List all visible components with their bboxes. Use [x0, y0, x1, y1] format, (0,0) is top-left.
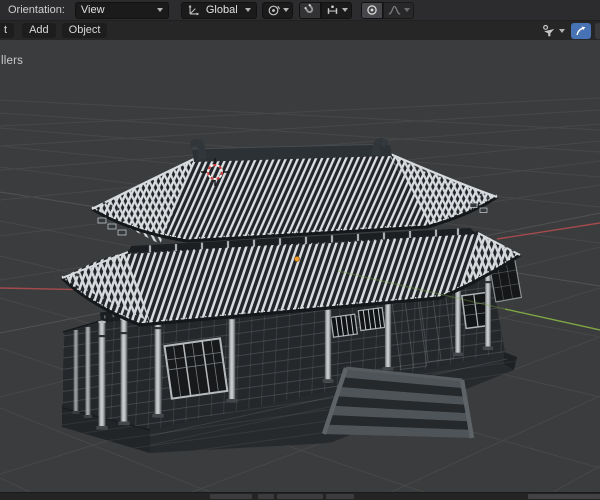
- snap-target-dropdown[interactable]: [320, 1, 352, 19]
- scene: [0, 40, 600, 500]
- lattice-window-left: [163, 337, 229, 400]
- chevron-down-icon: [341, 8, 348, 12]
- orientation-value: View: [80, 4, 105, 16]
- snapping-group: [298, 1, 352, 19]
- object-origin-dot[interactable]: [294, 256, 300, 262]
- overlays-icon: [576, 26, 586, 35]
- axes-icon: [188, 4, 200, 16]
- viewport-overlay-text: llers: [1, 55, 24, 67]
- show-gizmo-dropdown[interactable]: [541, 23, 565, 39]
- status-segment: [528, 494, 600, 499]
- chevron-down-icon: [559, 28, 565, 33]
- blender-window: { "tool_settings": { "orientation_label"…: [0, 0, 600, 500]
- chevron-down-icon: [244, 8, 251, 12]
- menu-add[interactable]: Add: [22, 23, 56, 38]
- tool-settings-bar: Orientation: View Global: [0, 0, 600, 21]
- orientation-dropdown[interactable]: View: [74, 1, 169, 19]
- viewport-header: t Add Object: [0, 21, 600, 40]
- snap-toggle-button[interactable]: [298, 1, 321, 19]
- proportional-dot-icon: [366, 5, 377, 15]
- gizmo-icon: [543, 24, 555, 36]
- menu-object[interactable]: Object: [61, 23, 108, 38]
- chevron-down-icon: [282, 8, 289, 12]
- viewport-canvas: [0, 40, 600, 500]
- falloff-dropdown[interactable]: [382, 1, 414, 19]
- pivot-point-dropdown[interactable]: [261, 1, 293, 19]
- proportional-editing-group: [360, 1, 414, 19]
- magnet-icon: [303, 3, 313, 13]
- status-segment: [210, 494, 252, 499]
- status-segment: [277, 494, 323, 499]
- pivot-point-icon: [268, 5, 280, 15]
- menu-select-cutoff[interactable]: t: [0, 23, 15, 38]
- partial-button[interactable]: [595, 22, 600, 39]
- proportional-editing-toggle[interactable]: [360, 1, 383, 19]
- chevron-down-icon: [403, 8, 410, 12]
- snap-target-icon: [327, 5, 337, 14]
- status-bar: [0, 492, 600, 500]
- transform-orientation-value: Global: [205, 4, 238, 16]
- transform-orientation-dropdown[interactable]: Global: [180, 1, 257, 19]
- 3d-viewport[interactable]: llers: [0, 40, 600, 500]
- status-segment: [326, 494, 354, 499]
- stairs: [321, 366, 475, 439]
- show-overlays-toggle[interactable]: [571, 22, 591, 39]
- orientation-label: Orientation:: [8, 4, 65, 16]
- status-segment: [258, 494, 274, 499]
- chevron-down-icon: [156, 8, 163, 12]
- falloff-curve-icon: [388, 5, 401, 15]
